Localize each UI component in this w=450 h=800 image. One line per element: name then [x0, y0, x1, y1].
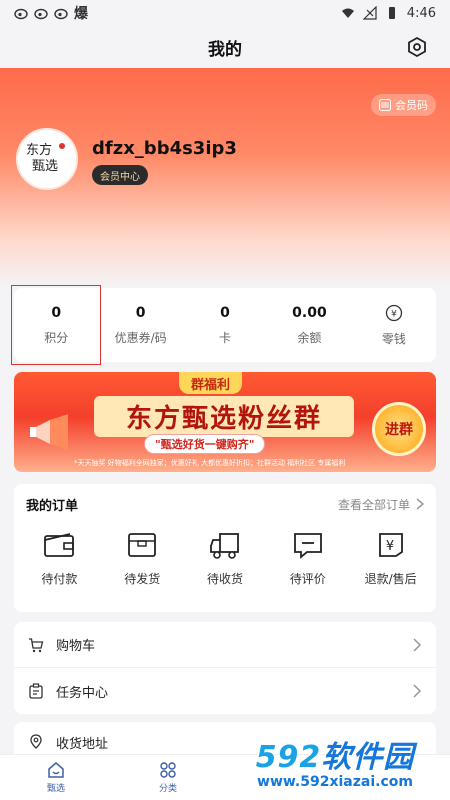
- tab-label: 甄选: [46, 784, 65, 794]
- yen-coin-icon: ¥: [385, 304, 402, 321]
- member-center-button[interactable]: 会员中心: [92, 165, 148, 185]
- stat-value: 0: [135, 304, 146, 321]
- banner-note: *天天抽奖 好物福利全网独家；优惠好礼 大都优惠好折扣；社群活动 福利社区 专属…: [74, 459, 346, 467]
- menu-item-label: 购物车: [56, 639, 96, 654]
- stat-cards[interactable]: 0 卡: [183, 288, 267, 362]
- order-pending-payment[interactable]: 待付款: [18, 528, 101, 587]
- comment-icon: [293, 533, 322, 559]
- member-code-label: 会员码: [395, 99, 428, 112]
- view-all-orders-link[interactable]: 查看全部订单: [338, 496, 424, 513]
- site-watermark: 592软件园 www.592xiazai.com: [228, 726, 442, 796]
- order-label: 待评价: [289, 572, 326, 586]
- join-group-button[interactable]: 进群: [372, 402, 426, 456]
- tab-category[interactable]: 分类: [112, 755, 224, 800]
- watermark-brand: 592软件园: [256, 732, 415, 776]
- category-icon: [160, 762, 176, 778]
- weibo-icon: [34, 8, 48, 20]
- order-pending-review[interactable]: 待评价: [266, 528, 349, 587]
- stat-label: 优惠券/码: [114, 330, 167, 345]
- order-pending-shipment[interactable]: 待发货: [101, 528, 184, 587]
- cart-icon: [29, 637, 44, 652]
- truck-icon: [210, 533, 239, 559]
- view-all-orders-label: 查看全部订单: [337, 497, 410, 512]
- member-code-button[interactable]: 会员码: [371, 94, 436, 116]
- menu-item-label: 任务中心: [56, 685, 109, 701]
- orders-card: 我的订单 查看全部订单 待付款 待发货 待收货 待评价 ¥ 退款/售后: [14, 484, 436, 612]
- status-bar: 爆 4:46: [0, 0, 450, 26]
- menu-item-tasks[interactable]: 任务中心: [14, 668, 436, 714]
- order-refund[interactable]: ¥ 退款/售后: [349, 528, 432, 587]
- order-label: 待收货: [206, 572, 243, 586]
- order-pending-receipt[interactable]: 待收货: [184, 528, 267, 587]
- stat-label: 余额: [297, 330, 322, 345]
- page-title: 我的: [208, 39, 242, 60]
- status-time: 4:46: [406, 5, 436, 21]
- stat-value: 0: [220, 304, 230, 321]
- weibo-icon: [14, 8, 28, 20]
- watermark-cn: 软件园: [321, 740, 415, 775]
- orders-title: 我的订单: [26, 498, 79, 514]
- menu-item-cart[interactable]: 购物车: [14, 622, 436, 668]
- stats-card: 0 积分 0 优惠券/码 0 卡 0.00 余额 ¥ 零钱: [10, 285, 436, 365]
- task-icon: [29, 683, 43, 699]
- settings-icon[interactable]: [406, 36, 428, 58]
- svg-text:甄选: 甄选: [32, 159, 58, 174]
- wallet-icon: [44, 533, 75, 557]
- avatar[interactable]: 东方 甄选: [16, 128, 78, 190]
- svg-text:¥: ¥: [385, 539, 393, 554]
- refund-icon: ¥: [378, 533, 403, 557]
- stat-label: 零钱: [381, 331, 406, 346]
- stat-points[interactable]: 0 积分: [10, 285, 102, 365]
- weibo-icon: [54, 8, 68, 20]
- barcode-icon: [379, 99, 391, 111]
- svg-text:¥: ¥: [391, 309, 397, 319]
- home-icon: [48, 762, 64, 778]
- stat-balance[interactable]: 0.00 余额: [267, 288, 351, 362]
- banner-tag: 群福利: [179, 372, 243, 394]
- order-label: 待发货: [124, 572, 161, 586]
- stat-coupons[interactable]: 0 优惠券/码: [98, 288, 182, 362]
- order-label: 退款/售后: [364, 572, 417, 586]
- wifi-icon: [341, 8, 354, 18]
- tab-home[interactable]: 甄选: [0, 755, 112, 800]
- watermark-url: www.592xiazai.com: [257, 774, 413, 790]
- order-label: 待付款: [41, 572, 78, 586]
- stat-value: 0: [51, 304, 62, 321]
- banner-headline: 东方甄选粉丝群: [94, 396, 354, 437]
- stat-change[interactable]: ¥ 零钱: [352, 288, 436, 362]
- location-icon: [30, 734, 42, 749]
- menu-card: 购物车 任务中心: [14, 622, 436, 714]
- banner-slogan: "甄选好货一键购齐": [144, 434, 266, 454]
- chevron-right-icon: [413, 637, 422, 652]
- stat-value: 0.00: [292, 304, 327, 321]
- chevron-right-icon: [416, 498, 424, 510]
- title-bar: 我的: [0, 26, 450, 68]
- chevron-right-icon: [413, 684, 422, 698]
- stat-label: 积分: [44, 330, 69, 345]
- notification-text: 爆: [74, 6, 88, 22]
- box-icon: [128, 533, 157, 557]
- svg-text:东方: 东方: [26, 142, 52, 158]
- menu-item-label: 收货地址: [56, 736, 109, 752]
- username: dfzx_bb4s3ip3: [92, 138, 237, 159]
- fan-group-banner[interactable]: 群福利 东方甄选粉丝群 "甄选好货一键购齐" *天天抽奖 好物福利全网独家；优惠…: [14, 372, 436, 472]
- watermark-digits: 592: [255, 740, 322, 775]
- tab-label: 分类: [158, 784, 177, 794]
- megaphone-icon: [30, 414, 68, 450]
- battery-icon: [388, 7, 395, 19]
- stat-label: 卡: [219, 330, 232, 345]
- signal-icon: [362, 6, 377, 20]
- brand-logo-icon: 东方 甄选: [26, 142, 65, 174]
